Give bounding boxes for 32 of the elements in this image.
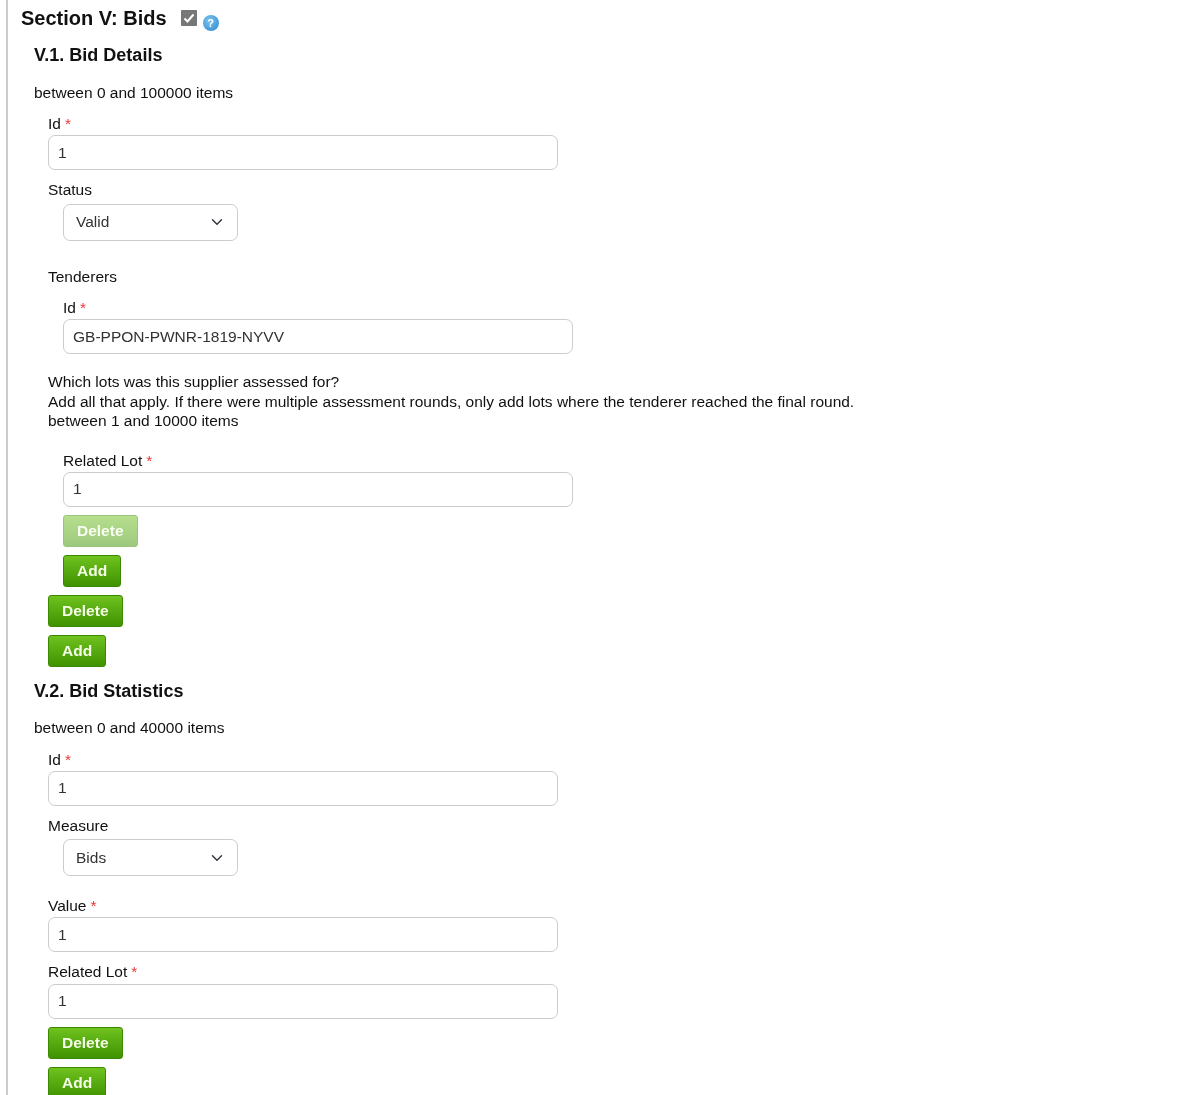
- input-field[interactable]: 1: [48, 917, 558, 953]
- input-field[interactable]: 1: [48, 770, 558, 806]
- required-mark: *: [64, 750, 71, 768]
- dropdown[interactable]: Bids: [63, 839, 238, 877]
- field-label: Status: [48, 180, 92, 200]
- checkbox[interactable]: [180, 10, 197, 26]
- dropdown[interactable]: Valid: [63, 203, 238, 241]
- field-label: Value: [48, 896, 87, 916]
- field-label: Id: [48, 114, 61, 134]
- field-label: Id: [63, 297, 76, 317]
- field-label: Id: [48, 749, 61, 769]
- input-field[interactable]: 1: [63, 471, 573, 507]
- field-label: Related Lot: [63, 450, 143, 470]
- subsection-title: V.2. Bid Statistics: [34, 680, 185, 703]
- required-mark: *: [131, 963, 138, 981]
- subsection-title: V.1. Bid Details: [34, 45, 164, 67]
- help-text: Which lots was this supplier assessed for?: [48, 372, 341, 392]
- required-mark: *: [79, 298, 86, 316]
- input-field[interactable]: 1: [48, 983, 558, 1019]
- section-title: Section V: Bids: [21, 6, 167, 30]
- item-count-note: between 0 and 100000 items: [34, 82, 234, 103]
- field-label: Measure: [48, 815, 109, 835]
- input-field[interactable]: 1: [48, 135, 558, 171]
- required-mark: *: [146, 451, 153, 469]
- input-field[interactable]: GB-PPON-PWNR-1819-NYVV: [63, 319, 573, 355]
- required-mark: *: [64, 115, 71, 133]
- group-label: Tenderers: [48, 266, 117, 287]
- field-label: Related Lot: [48, 962, 128, 982]
- item-count-note: between 0 and 40000 items: [34, 718, 225, 739]
- help-text: Add all that apply. If there were multiple assessment rounds, only add lots where the tenderer reached the final round.: [48, 391, 856, 412]
- help-text: between 1 and 10000 items: [48, 411, 240, 431]
- required-mark: *: [90, 897, 97, 915]
